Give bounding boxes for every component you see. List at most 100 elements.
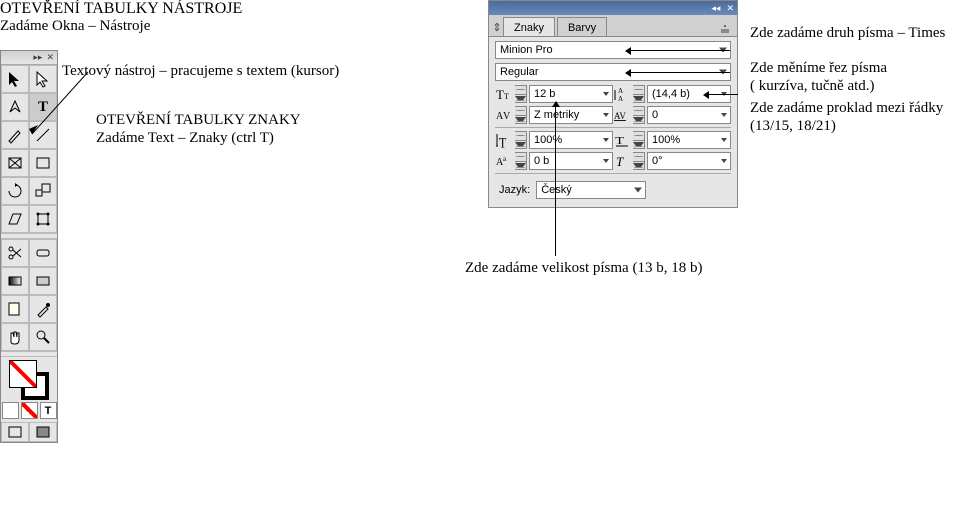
annotation-arrow	[26, 68, 96, 140]
subtitle-tools: Zadáme Okna – Nástroje	[0, 18, 242, 35]
tool-scissors[interactable]	[1, 239, 29, 267]
annotation-arrow	[555, 106, 556, 256]
skew-field[interactable]: 0°	[647, 152, 731, 170]
tool-pen[interactable]	[1, 93, 29, 121]
tool-button[interactable]	[29, 239, 57, 267]
tool-free-transform[interactable]	[29, 205, 57, 233]
leading-value: (14,4 b)	[652, 88, 690, 100]
close-icon[interactable]: ✕	[726, 4, 734, 13]
language-dropdown[interactable]: Český	[536, 181, 646, 199]
hscale-spinner[interactable]	[633, 131, 645, 149]
title-block: OTEVŘENÍ TABULKY NÁSTROJE Zadáme Okna – …	[0, 0, 242, 35]
anno-style1: Zde měníme řez písma	[750, 60, 887, 77]
language-value: Český	[541, 184, 572, 196]
annotation-arrow	[630, 72, 730, 73]
font-size-field[interactable]: 12 b	[529, 85, 613, 103]
svg-text:T: T	[496, 87, 504, 102]
vscale-spinner[interactable]	[515, 131, 527, 149]
annotation-arrow	[708, 94, 738, 95]
tool-gradient[interactable]	[1, 267, 29, 295]
baseline-value: 0 b	[534, 155, 549, 167]
panel-titlebar: ◂◂ ✕	[489, 1, 737, 15]
vscale-value: 100%	[534, 134, 562, 146]
tool-rotate[interactable]	[1, 177, 29, 205]
language-label: Jazyk:	[499, 184, 530, 196]
hscale-value: 100%	[652, 134, 680, 146]
svg-text:A: A	[618, 95, 623, 102]
skew-value: 0°	[652, 155, 663, 167]
font-family-value: Minion Pro	[500, 44, 553, 56]
tracking-spinner[interactable]	[633, 106, 645, 124]
svg-text:A: A	[618, 87, 623, 95]
kerning-icon: AV	[495, 106, 513, 124]
kerning-field[interactable]: Z metriky	[529, 106, 613, 124]
anno-size: Zde zadáme velikost písma (13 b, 18 b)	[465, 260, 702, 277]
leading-spinner[interactable]	[633, 85, 645, 103]
annotation-arrow	[630, 50, 730, 51]
tool-scale[interactable]	[29, 177, 57, 205]
tab-label: Barvy	[568, 22, 596, 34]
tool-selection[interactable]	[1, 65, 29, 93]
tool-eyedropper[interactable]	[29, 295, 57, 323]
fill-stroke-swatch[interactable]: T	[1, 357, 57, 422]
tab-expand-icon[interactable]: ⇕	[491, 18, 503, 36]
baseline-shift-icon: Aa	[495, 152, 513, 170]
apply-color-icon[interactable]	[2, 402, 19, 419]
tools-panel-header: ▸▸ ✕	[1, 51, 57, 65]
font-size-icon: TT	[495, 85, 513, 103]
view-mode-normal[interactable]	[1, 422, 29, 442]
baseline-field[interactable]: 0 b	[529, 152, 613, 170]
vscale-field[interactable]: 100%	[529, 131, 613, 149]
tool-zoom[interactable]	[29, 323, 57, 351]
font-size-value: 12 b	[534, 88, 555, 100]
tracking-value: 0	[652, 109, 658, 121]
tool-gradient-feather[interactable]	[29, 267, 57, 295]
svg-text:T: T	[499, 135, 506, 148]
tool-pencil[interactable]	[1, 121, 29, 149]
skew-spinner[interactable]	[633, 152, 645, 170]
tab-label: Znaky	[514, 22, 544, 34]
view-mode-preview[interactable]	[29, 422, 57, 442]
format-text-icon[interactable]: T	[40, 402, 57, 419]
fill-swatch[interactable]	[9, 360, 37, 388]
desc-znaky-title: OTEVŘENÍ TABULKY ZNAKY	[96, 112, 301, 129]
svg-text:a: a	[503, 155, 507, 163]
desc-znaky-sub: Zadáme Text – Znaky (ctrl T)	[96, 130, 274, 147]
desc-text-tool: Textový nástroj – pracujeme s textem (ku…	[62, 63, 339, 80]
leading-icon: AA	[613, 85, 631, 103]
title-tools: OTEVŘENÍ TABULKY NÁSTROJE	[0, 0, 242, 18]
kerning-spinner[interactable]	[515, 106, 527, 124]
font-style-value: Regular	[500, 66, 539, 78]
tool-rectangle[interactable]	[29, 149, 57, 177]
skew-icon: T	[613, 152, 631, 170]
font-size-spinner[interactable]	[515, 85, 527, 103]
hscale-icon: T	[613, 131, 631, 149]
svg-text:AV: AV	[614, 111, 626, 121]
svg-text:T: T	[615, 135, 624, 147]
hscale-field[interactable]: 100%	[647, 131, 731, 149]
svg-text:T: T	[616, 154, 624, 169]
tool-note[interactable]	[1, 295, 29, 323]
tool-shear[interactable]	[1, 205, 29, 233]
anno-leading1: Zde zadáme proklad mezi řádky	[750, 100, 943, 117]
minimize-icon[interactable]: ◂◂	[711, 4, 720, 13]
collapse-icon[interactable]: ▸▸	[33, 53, 42, 62]
tool-hand[interactable]	[1, 323, 29, 351]
anno-leading2: (13/15, 18/21)	[750, 118, 836, 135]
tracking-icon: AV	[613, 106, 631, 124]
close-icon[interactable]: ✕	[46, 53, 54, 62]
panel-menu-icon[interactable]	[717, 20, 733, 36]
tracking-field[interactable]: 0	[647, 106, 731, 124]
tool-rectangle-frame[interactable]	[1, 149, 29, 177]
panel-tabs: ⇕ Znaky Barvy	[489, 15, 737, 37]
svg-text:T: T	[504, 92, 509, 101]
vscale-icon: T	[495, 131, 513, 149]
tab-barvy[interactable]: Barvy	[557, 17, 607, 36]
kerning-value: Z metriky	[534, 109, 579, 121]
character-panel: ◂◂ ✕ ⇕ Znaky Barvy Minion Pro Regular TT…	[488, 0, 738, 208]
apply-none-icon[interactable]	[21, 402, 38, 419]
tab-znaky[interactable]: Znaky	[503, 17, 555, 36]
baseline-spinner[interactable]	[515, 152, 527, 170]
anno-style2: ( kurzíva, tučně atd.)	[750, 78, 875, 95]
svg-text:V: V	[503, 111, 511, 122]
